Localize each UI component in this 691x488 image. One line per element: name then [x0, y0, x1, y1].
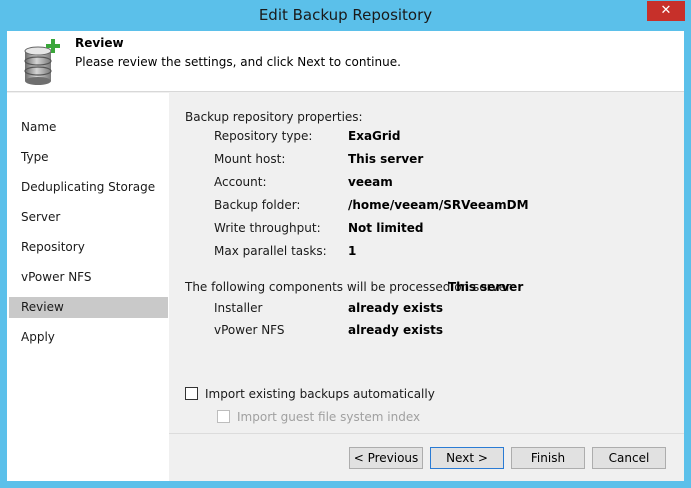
wizard-footer: < Previous Next > Finish Cancel [169, 433, 684, 481]
write-throughput-value: Not limited [348, 221, 424, 235]
finish-button[interactable]: Finish [511, 447, 585, 469]
dialog-window: Edit Backup Repository ✕ Review Please r… [0, 0, 691, 488]
step-deduplicating-storage[interactable]: Deduplicating Storage [9, 177, 168, 198]
next-button[interactable]: Next > [430, 447, 504, 469]
components-server: This server [448, 280, 524, 294]
repository-type-label: Repository type: [214, 129, 313, 143]
step-repository[interactable]: Repository [9, 237, 168, 258]
review-panel: Backup repository properties: Repository… [169, 93, 684, 433]
write-throughput-label: Write throughput: [214, 221, 321, 235]
step-vpower-nfs[interactable]: vPower NFS [9, 267, 168, 288]
repository-type-value: ExaGrid [348, 129, 401, 143]
import-index-checkbox [217, 410, 230, 423]
import-backups-label[interactable]: Import existing backups automatically [205, 387, 435, 401]
mount-host-label: Mount host: [214, 152, 286, 166]
dialog-client: Review Please review the settings, and c… [7, 31, 684, 481]
database-add-icon [24, 39, 60, 85]
import-backups-checkbox[interactable] [185, 387, 198, 400]
mount-host-value: This server [348, 152, 424, 166]
account-label: Account: [214, 175, 267, 189]
vpower-nfs-label: vPower NFS [214, 323, 285, 337]
import-index-label: Import guest file system index [237, 410, 421, 424]
wizard-steps: Name Type Deduplicating Storage Server R… [7, 93, 169, 481]
title-bar: Edit Backup Repository ✕ [0, 0, 691, 31]
installer-value: already exists [348, 301, 443, 315]
close-icon: ✕ [660, 3, 672, 18]
wizard-header: Review Please review the settings, and c… [7, 31, 684, 92]
backup-folder-value: /home/veeam/SRVeeamDM [348, 198, 529, 212]
step-title: Review [75, 36, 124, 50]
installer-label: Installer [214, 301, 263, 315]
step-description: Please review the settings, and click Ne… [75, 55, 401, 69]
previous-button[interactable]: < Previous [349, 447, 423, 469]
step-server[interactable]: Server [9, 207, 168, 228]
account-value: veeam [348, 175, 393, 189]
properties-heading: Backup repository properties: [185, 110, 363, 124]
vpower-nfs-value: already exists [348, 323, 443, 337]
max-parallel-tasks-value: 1 [348, 244, 357, 258]
step-apply[interactable]: Apply [9, 327, 168, 348]
step-name[interactable]: Name [9, 117, 168, 138]
max-parallel-tasks-label: Max parallel tasks: [214, 244, 327, 258]
step-review[interactable]: Review [9, 297, 168, 318]
window-title: Edit Backup Repository [258, 6, 433, 24]
step-type[interactable]: Type [9, 147, 168, 168]
close-button[interactable]: ✕ [647, 1, 685, 21]
backup-folder-label: Backup folder: [214, 198, 301, 212]
cancel-button[interactable]: Cancel [592, 447, 666, 469]
